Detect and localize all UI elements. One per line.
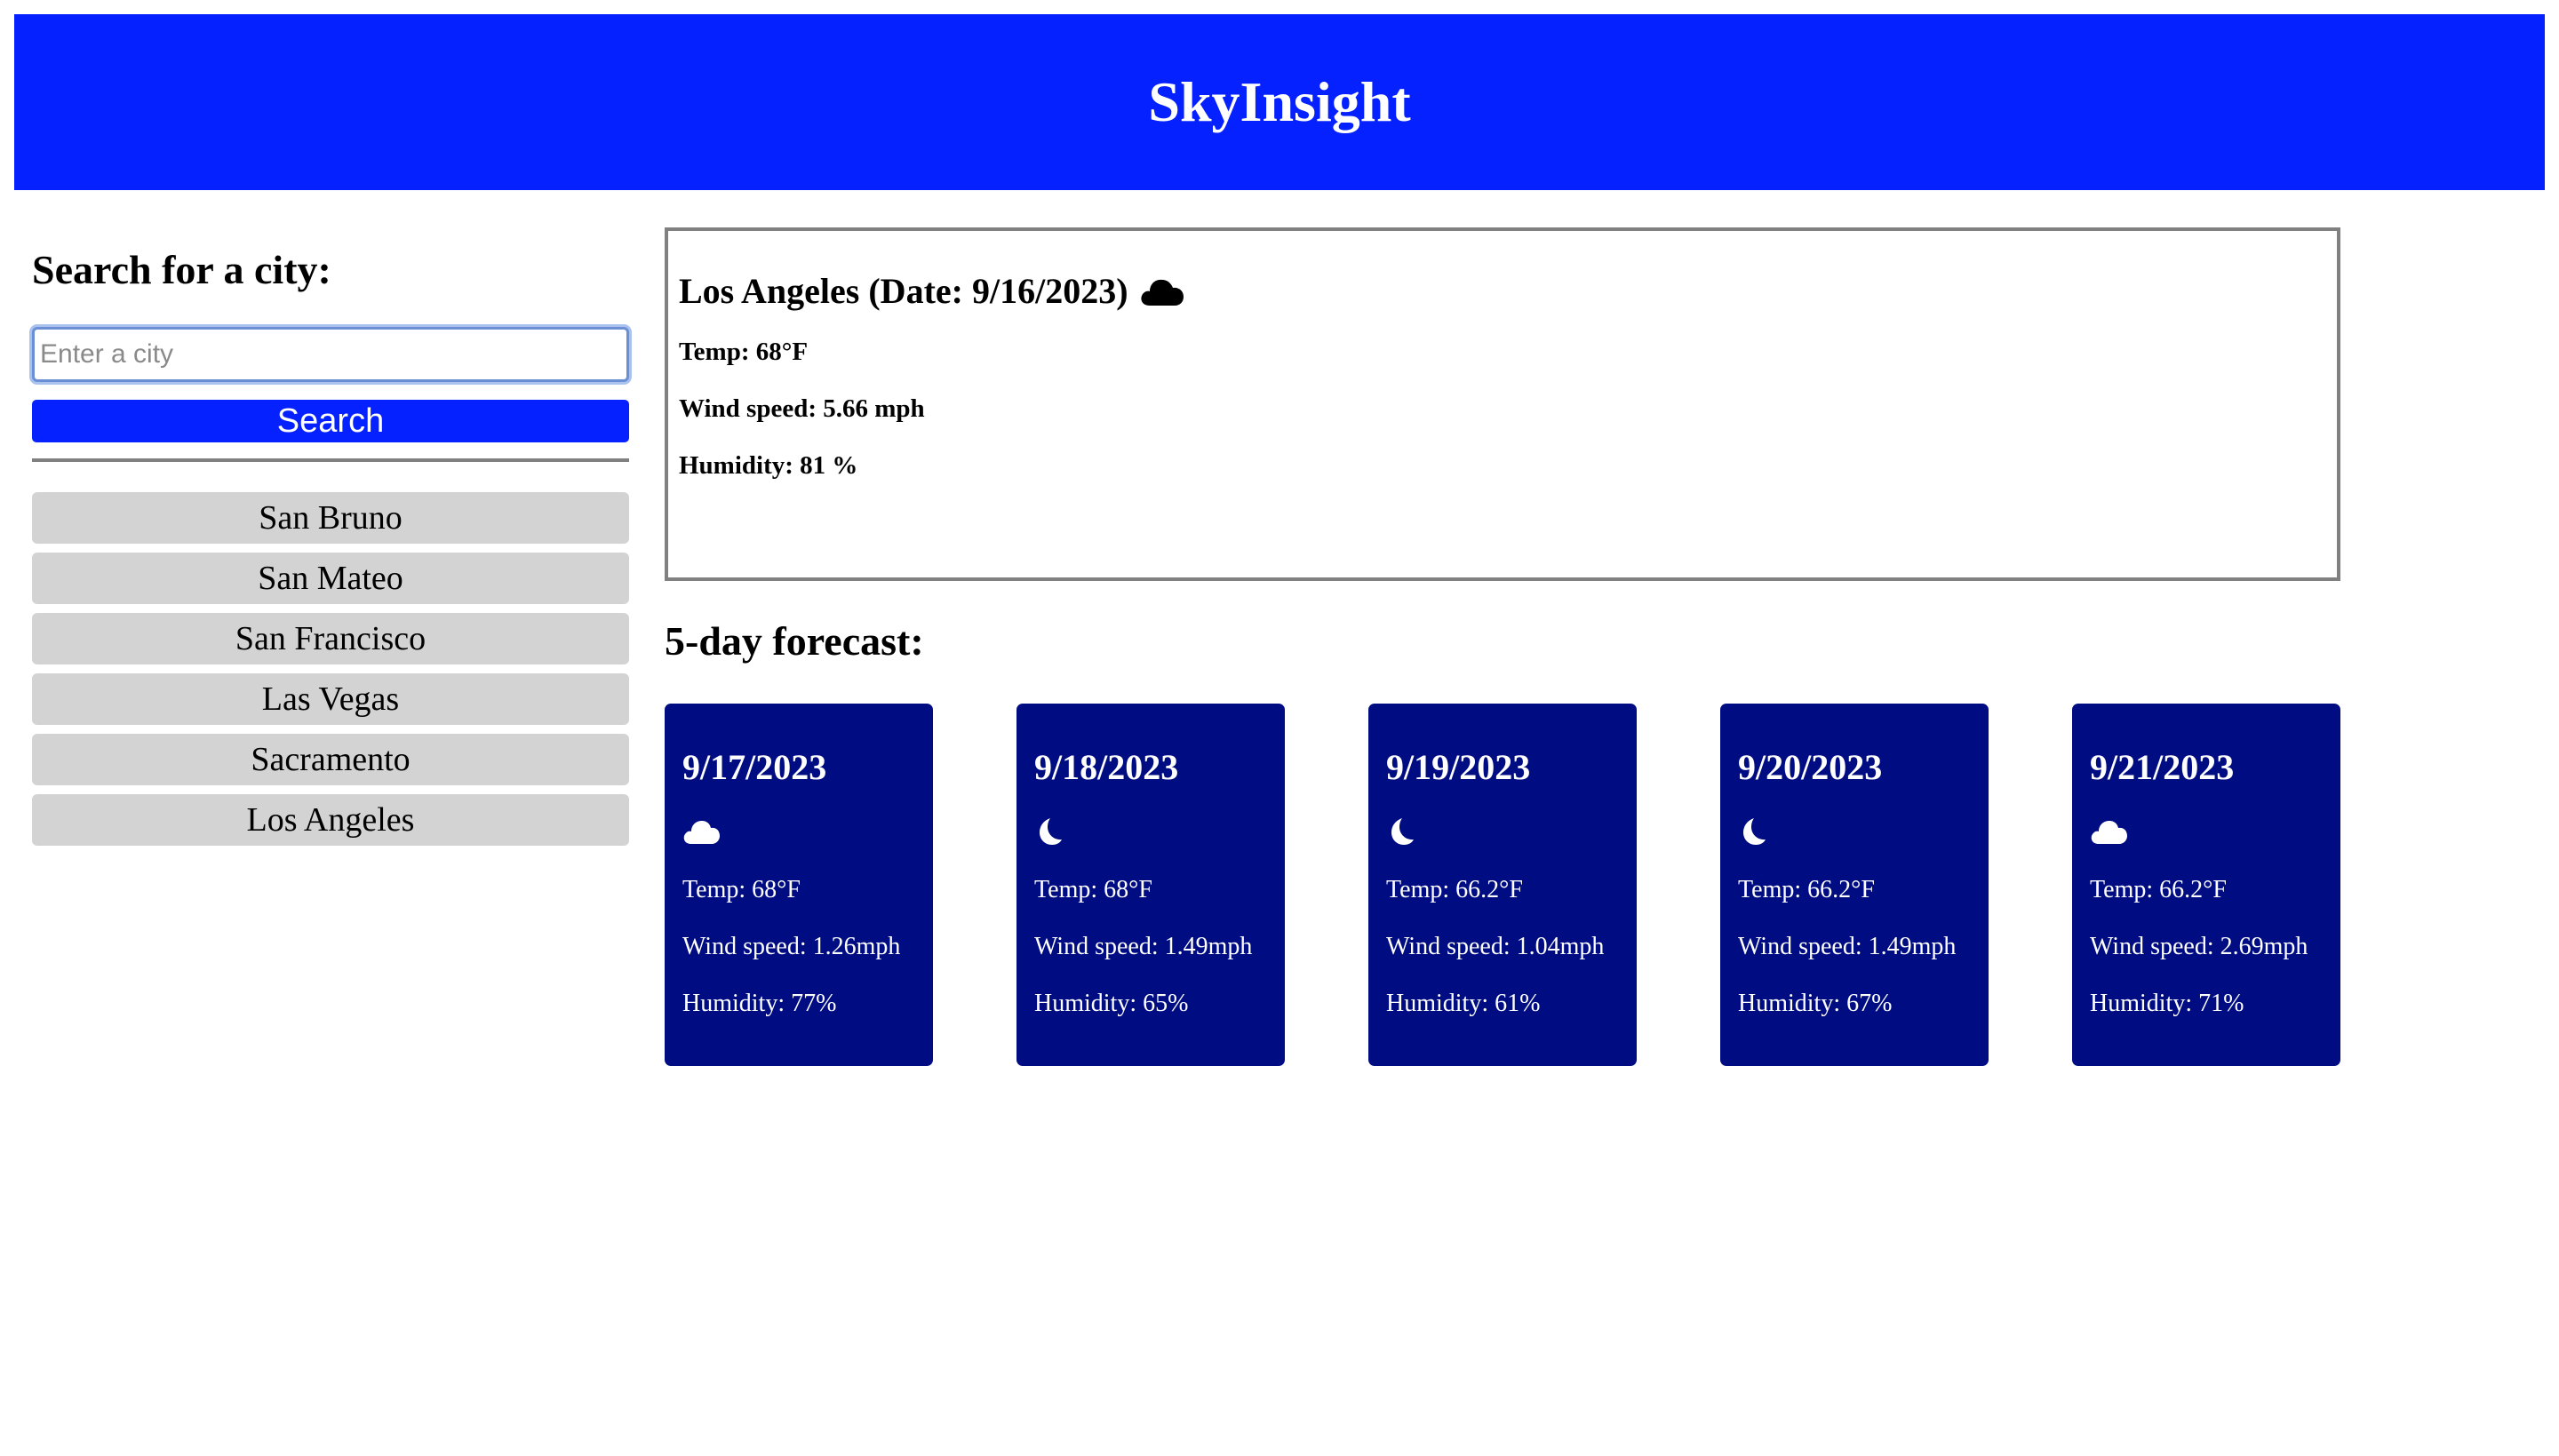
forecast-card: 9/19/2023 Temp: 66.2°F Wind speed: 1.04m… bbox=[1368, 704, 1637, 1066]
cloud-icon bbox=[683, 821, 720, 844]
forecast-temp: Temp: 68°F bbox=[1034, 876, 1152, 903]
search-heading: Search for a city: bbox=[32, 247, 331, 292]
history-item-san-mateo[interactable]: San Mateo bbox=[32, 553, 629, 604]
history-item-los-angeles[interactable]: Los Angeles bbox=[32, 794, 629, 846]
current-temp: Temp: 68°F bbox=[679, 338, 809, 366]
forecast-date: 9/21/2023 bbox=[2090, 747, 2235, 787]
divider bbox=[32, 458, 629, 462]
current-wind: Wind speed: 5.66 mph bbox=[679, 394, 925, 423]
forecast-date: 9/19/2023 bbox=[1386, 747, 1531, 787]
forecast-temp: Temp: 68°F bbox=[682, 876, 801, 903]
current-city-date: Los Angeles (Date: 9/16/2023) bbox=[679, 271, 1128, 311]
forecast-wind: Wind speed: 1.49mph bbox=[1738, 933, 1957, 960]
forecast-card: 9/20/2023 Temp: 66.2°F Wind speed: 1.49m… bbox=[1720, 704, 1989, 1066]
forecast-temp: Temp: 66.2°F bbox=[1738, 876, 1875, 903]
current-humidity: Humidity: 81 % bbox=[679, 451, 858, 480]
forecast-card: 9/18/2023 Temp: 68°F Wind speed: 1.49mph… bbox=[1016, 704, 1285, 1066]
moon-icon bbox=[1040, 818, 1062, 845]
forecast-card: 9/21/2023 Temp: 66.2°F Wind speed: 2.69m… bbox=[2072, 704, 2340, 1066]
forecast-humidity: Humidity: 67% bbox=[1738, 990, 1893, 1017]
cloud-icon bbox=[2091, 821, 2127, 844]
history-item-san-bruno[interactable]: San Bruno bbox=[32, 492, 629, 544]
search-button[interactable]: Search bbox=[32, 400, 629, 442]
forecast-card: 9/17/2023 Temp: 68°F Wind speed: 1.26mph… bbox=[665, 704, 933, 1066]
forecast-date: 9/20/2023 bbox=[1738, 747, 1883, 787]
app-header: SkyInsight bbox=[14, 14, 2545, 190]
moon-icon bbox=[1743, 818, 1766, 845]
forecast-heading: 5-day forecast: bbox=[665, 618, 924, 664]
forecast-wind: Wind speed: 1.26mph bbox=[682, 933, 901, 960]
forecast-cards: 9/17/2023 Temp: 68°F Wind speed: 1.26mph… bbox=[665, 704, 2340, 1066]
forecast-wind: Wind speed: 1.49mph bbox=[1034, 933, 1253, 960]
city-search-input[interactable] bbox=[32, 327, 629, 382]
page: SkyInsight Search for a city: Search San… bbox=[0, 0, 2559, 1456]
sidebar: Search for a city: Search San Bruno San … bbox=[32, 242, 629, 846]
moon-icon bbox=[1391, 818, 1414, 845]
cloud-icon bbox=[1140, 279, 1184, 306]
app-title: SkyInsight bbox=[1148, 70, 1411, 133]
search-history-list: San Bruno San Mateo San Francisco Las Ve… bbox=[32, 492, 629, 855]
forecast-wind: Wind speed: 1.04mph bbox=[1386, 933, 1605, 960]
history-item-sacramento[interactable]: Sacramento bbox=[32, 734, 629, 785]
history-item-las-vegas[interactable]: Las Vegas bbox=[32, 673, 629, 725]
forecast-date: 9/18/2023 bbox=[1034, 747, 1179, 787]
current-weather-title: Los Angeles (Date: 9/16/2023) bbox=[679, 267, 1185, 316]
history-item-san-francisco[interactable]: San Francisco bbox=[32, 613, 629, 664]
forecast-humidity: Humidity: 61% bbox=[1386, 990, 1541, 1017]
forecast-temp: Temp: 66.2°F bbox=[2090, 876, 2227, 903]
forecast-humidity: Humidity: 77% bbox=[682, 990, 837, 1017]
current-weather-panel: Los Angeles (Date: 9/16/2023) Temp: 68°F… bbox=[665, 227, 2340, 581]
forecast-humidity: Humidity: 71% bbox=[2090, 990, 2244, 1017]
forecast-temp: Temp: 66.2°F bbox=[1386, 876, 1523, 903]
forecast-humidity: Humidity: 65% bbox=[1034, 990, 1189, 1017]
forecast-wind: Wind speed: 2.69mph bbox=[2090, 933, 2308, 960]
forecast-date: 9/17/2023 bbox=[682, 747, 827, 787]
